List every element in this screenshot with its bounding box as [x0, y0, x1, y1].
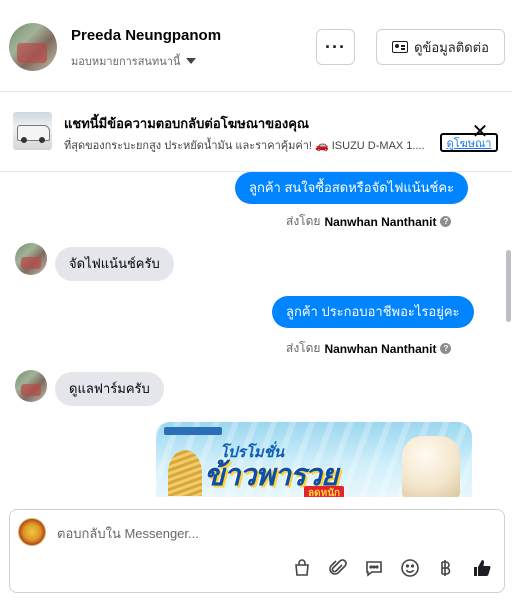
sent-by-label: ส่งโดย Nanwhan Nanthanit ? — [286, 339, 452, 358]
wheat-graphic — [168, 450, 202, 496]
contact-card-icon — [392, 41, 409, 53]
user-avatar[interactable] — [9, 23, 57, 71]
rice-bag-graphic — [402, 436, 460, 497]
sent-by-prefix: ส่งโดย — [286, 341, 321, 355]
outgoing-message[interactable]: ลูกค้า ประกอบอาชีพอะไรอยู่คะ — [272, 296, 474, 328]
caret-down-icon — [186, 58, 197, 64]
sender-name: Nanwhan Nanthanit — [324, 341, 437, 356]
user-avatar-small[interactable] — [15, 370, 47, 402]
page-avatar — [18, 518, 46, 546]
paperclip-icon[interactable] — [326, 556, 350, 580]
ad-thumbnail[interactable] — [13, 112, 52, 150]
sent-by-label: ส่งโดย Nanwhan Nanthanit ? — [286, 212, 452, 231]
more-options-button[interactable]: ··· — [316, 29, 355, 65]
thread-scrollbar[interactable] — [506, 172, 512, 497]
baht-icon[interactable] — [433, 556, 457, 580]
conversation-header: Preeda Neungpanom มอบหมายการสนทนานี้ ···… — [0, 0, 512, 92]
assign-conversation-dropdown[interactable]: มอบหมายการสนทนานี้ — [71, 52, 197, 70]
more-options-label: ··· — [325, 36, 346, 57]
assign-conversation-label: มอบหมายการสนทนานี้ — [71, 56, 181, 68]
promo-logo — [164, 427, 222, 435]
promo-image-attachment[interactable]: โปรโมชั่น ข้าวพารวย ลดหนัก — [156, 422, 472, 497]
shopping-bag-icon[interactable] — [290, 556, 314, 580]
emoji-icon[interactable] — [398, 556, 422, 580]
view-contact-label: ดูข้อมูลติดต่อ — [414, 39, 489, 55]
sender-name: Nanwhan Nanthanit — [324, 214, 437, 229]
info-icon[interactable]: ? — [440, 343, 452, 354]
reply-input[interactable] — [57, 522, 437, 544]
user-avatar-small[interactable] — [15, 243, 47, 275]
user-name[interactable]: Preeda Neungpanom — [71, 27, 221, 44]
ad-banner-title: แชทนี้มีข้อความตอบกลับต่อโฆษณาของคุณ — [64, 116, 309, 131]
promo-subtitle: ลดหนัก — [304, 486, 345, 497]
info-icon[interactable]: ? — [440, 216, 452, 227]
incoming-message[interactable]: จัดไฟแน้นช์ครับ — [55, 247, 174, 281]
close-icon[interactable]: ✕ — [471, 122, 489, 142]
sent-by-prefix: ส่งโดย — [286, 214, 321, 228]
scrollbar-thumb[interactable] — [506, 250, 511, 322]
thumbs-up-icon[interactable] — [470, 556, 494, 580]
incoming-message[interactable]: ดูแลฟาร์มครับ — [55, 372, 164, 406]
view-ad-link[interactable]: ดูโฆษณา — [440, 133, 498, 152]
view-contact-button[interactable]: ดูข้อมูลติดต่อ — [376, 29, 505, 65]
outgoing-message[interactable]: ลูกค้า สนใจซื้อสดหรือจัดไฟแน้นช์คะ — [235, 172, 469, 204]
ad-banner-description: ที่สุดของกระบะยกสูง ประหยัดน้ำมัน และราค… — [64, 140, 425, 152]
saved-reply-icon[interactable] — [362, 556, 386, 580]
